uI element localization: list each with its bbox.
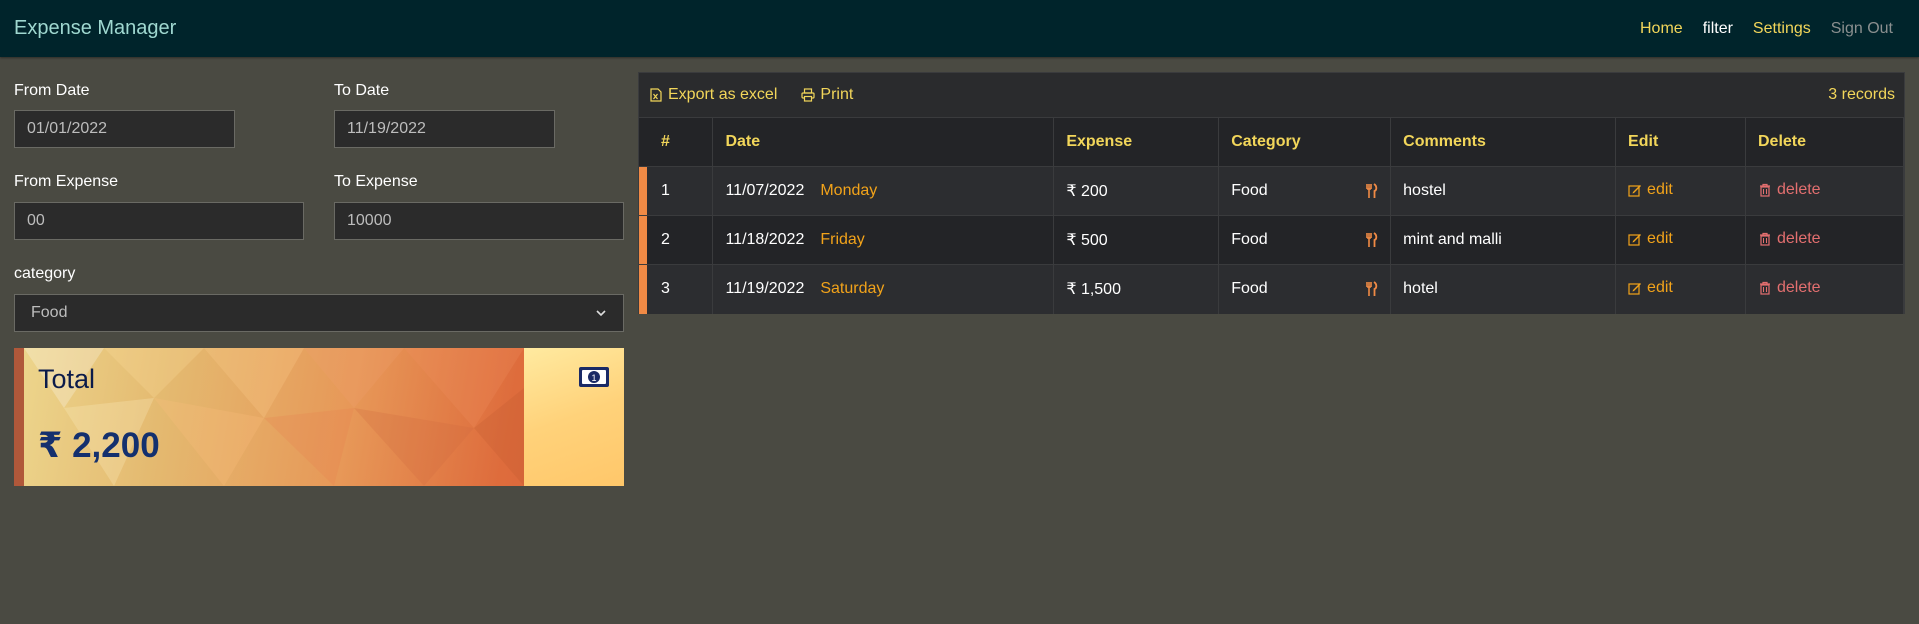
table-row: 3 11/19/2022 Saturday ₹ 1,500 Food hotel … <box>639 264 1905 314</box>
row-expense: ₹ 500 <box>1053 215 1220 265</box>
total-title: Total <box>38 364 96 394</box>
row-comment: hotel <box>1390 264 1617 314</box>
col-header-edit: Edit <box>1615 117 1746 167</box>
money-bill-icon: 1 <box>579 367 609 387</box>
row-expense: ₹ 1,500 <box>1053 264 1220 314</box>
trash-icon <box>1759 183 1770 197</box>
from-expense-label: From Expense <box>14 173 119 190</box>
print-button[interactable]: Print <box>801 86 853 104</box>
row-comment: mint and malli <box>1390 215 1617 265</box>
row-expense: ₹ 200 <box>1053 166 1220 216</box>
edit-icon <box>1628 233 1642 246</box>
edit-link[interactable]: edit <box>1628 230 1673 248</box>
export-excel-label: Export as excel <box>668 86 778 103</box>
edit-label: edit <box>1647 180 1673 198</box>
row-day: Saturday <box>820 280 885 298</box>
print-icon <box>801 88 815 102</box>
total-card-stripe <box>14 348 24 486</box>
to-date-input[interactable] <box>334 110 555 148</box>
table-toolbar: Export as excel Print 3 records <box>639 73 1904 117</box>
to-expense-input[interactable] <box>334 202 624 240</box>
from-date-input[interactable] <box>14 110 235 148</box>
row-date: 11/07/2022 Monday <box>712 166 1055 216</box>
category-selected-value: Food <box>31 304 68 321</box>
col-header-delete: Delete <box>1745 117 1905 167</box>
excel-file-icon <box>650 88 662 102</box>
table-header-row: # Date Expense Category Comments Edit De… <box>639 117 1905 167</box>
row-delete-cell: delete <box>1745 215 1905 265</box>
from-expense-input[interactable] <box>14 202 304 240</box>
table-row: 2 11/18/2022 Friday ₹ 500 Food mint and m… <box>639 215 1905 265</box>
row-index: 3 <box>639 264 714 314</box>
table-row: 1 11/07/2022 Monday ₹ 200 Food hostel edi… <box>639 166 1905 216</box>
delete-label: delete <box>1776 278 1821 296</box>
nav-links: Home filter Settings Sign Out <box>1640 20 1905 38</box>
row-delete-cell: delete <box>1745 166 1905 216</box>
total-amount: ₹ 2,200 <box>38 426 160 465</box>
category-label: category <box>14 265 76 282</box>
edit-link[interactable]: edit <box>1628 279 1673 297</box>
to-date-label: To Date <box>334 82 390 99</box>
row-edit-cell: edit <box>1615 215 1746 265</box>
row-edit-cell: edit <box>1615 264 1746 314</box>
col-header-category: Category <box>1218 117 1392 167</box>
row-date-value: 11/18/2022 <box>725 231 805 248</box>
nav-signout-link[interactable]: Sign Out <box>1831 20 1893 38</box>
delete-link[interactable]: delete <box>1758 230 1821 248</box>
row-index: 2 <box>639 215 714 265</box>
row-date-value: 11/19/2022 <box>725 280 805 298</box>
utensils-icon <box>1366 281 1378 297</box>
row-delete-cell: delete <box>1745 264 1905 314</box>
app-brand[interactable]: Expense Manager <box>14 17 176 40</box>
delete-link[interactable]: delete <box>1758 279 1821 297</box>
row-category-label: Food <box>1231 280 1268 298</box>
records-count: 3 records <box>1828 86 1895 103</box>
col-header-expense: Expense <box>1053 117 1220 167</box>
edit-label: edit <box>1647 278 1673 296</box>
row-day: Monday <box>820 182 878 199</box>
trash-icon <box>1759 281 1770 295</box>
row-day: Friday <box>820 231 865 248</box>
edit-icon <box>1628 282 1642 295</box>
expense-table: # Date Expense Category Comments Edit De… <box>639 117 1905 314</box>
delete-link[interactable]: delete <box>1758 181 1821 199</box>
row-category: Food <box>1218 166 1392 216</box>
row-category: Food <box>1218 215 1392 265</box>
nav-settings-link[interactable]: Settings <box>1753 20 1811 38</box>
top-navbar: Expense Manager Home filter Settings Sig… <box>0 0 1919 57</box>
row-category-label: Food <box>1231 231 1268 248</box>
row-date-value: 11/07/2022 <box>725 182 805 199</box>
row-index: 1 <box>639 166 714 216</box>
edit-link[interactable]: edit <box>1628 181 1673 199</box>
to-expense-label: To Expense <box>334 173 418 190</box>
category-select[interactable]: Food <box>14 294 624 332</box>
print-label: Print <box>820 86 854 103</box>
chevron-down-icon <box>596 310 606 317</box>
row-edit-cell: edit <box>1615 166 1746 216</box>
trash-icon <box>1759 232 1770 246</box>
nav-filter-link[interactable]: filter <box>1703 20 1733 38</box>
row-comment: hostel <box>1390 166 1617 216</box>
col-header-index: # <box>639 117 714 167</box>
col-header-date: Date <box>712 117 1055 167</box>
from-date-label: From Date <box>14 82 90 99</box>
total-card: Total ₹ 2,200 1 <box>14 348 624 486</box>
utensils-icon <box>1366 232 1378 247</box>
col-header-comments: Comments <box>1390 117 1617 167</box>
row-category: Food <box>1218 264 1392 314</box>
nav-home-link[interactable]: Home <box>1640 20 1683 38</box>
delete-label: delete <box>1776 180 1821 198</box>
expense-table-panel: Export as excel Print 3 records # Date E… <box>638 72 1905 314</box>
edit-label: edit <box>1647 229 1673 247</box>
utensils-icon <box>1366 183 1378 198</box>
row-date: 11/19/2022 Saturday <box>712 264 1055 314</box>
export-excel-button[interactable]: Export as excel <box>649 86 777 104</box>
row-date: 11/18/2022 Friday <box>712 215 1055 265</box>
edit-icon <box>1628 184 1642 197</box>
delete-label: delete <box>1776 229 1821 247</box>
svg-text:1: 1 <box>591 373 596 383</box>
row-category-label: Food <box>1231 182 1268 199</box>
